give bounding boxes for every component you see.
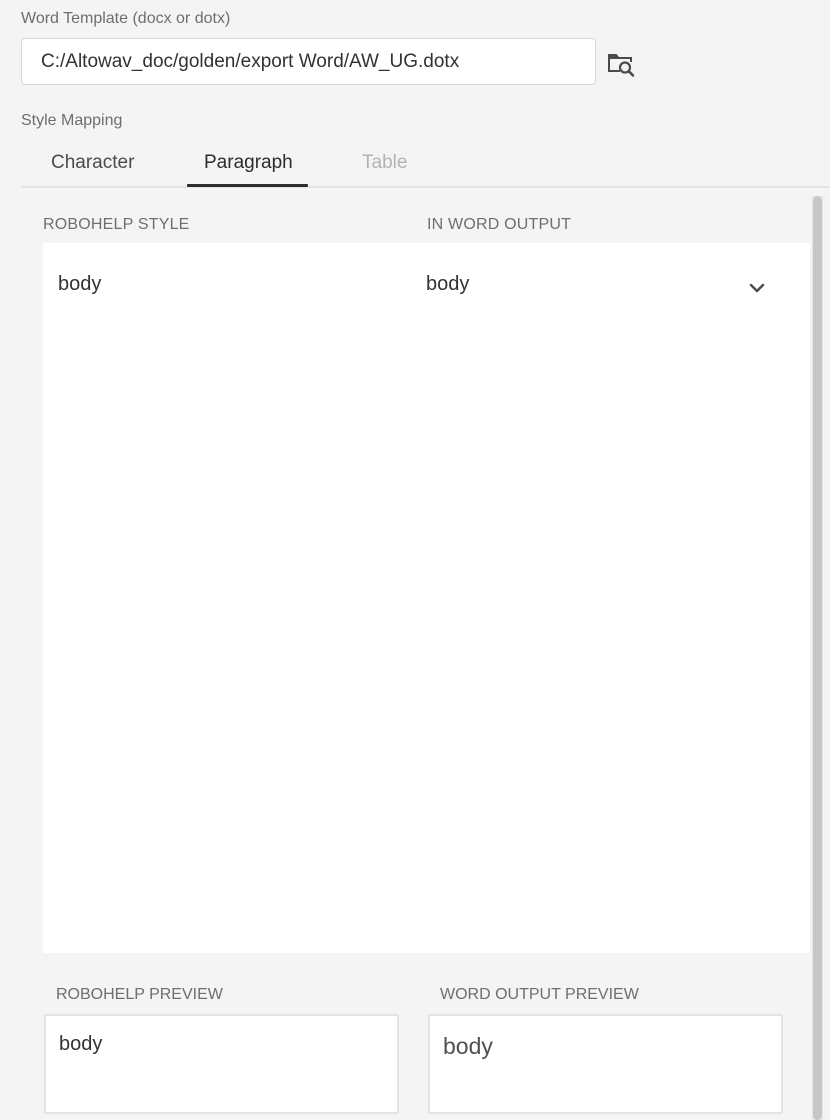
robohelp-preview-box: body [44,1014,399,1114]
tab-character[interactable]: Character [51,152,134,174]
table-row[interactable]: body body [43,243,810,328]
word-output-column-header: IN WORD OUTPUT [427,216,572,233]
folder-search-icon[interactable] [606,48,636,78]
vertical-scrollbar[interactable] [812,196,823,1120]
tab-table: Table [362,152,408,173]
active-tab-indicator [187,184,308,187]
word-style-select-value: body [426,273,470,295]
style-mapping-label: Style Mapping [21,112,123,129]
word-template-path-input[interactable] [21,38,596,85]
word-export-settings-panel: Word Template (docx or dotx) Style Mappi… [0,0,830,1120]
scrollbar-thumb[interactable] [813,196,822,1120]
word-template-label: Word Template (docx or dotx) [21,10,231,27]
style-mapping-tabs: Character Paragraph Table [21,140,830,188]
word-output-preview-box: body [428,1014,783,1114]
robohelp-preview-label: ROBOHELP PREVIEW [56,986,223,1003]
word-output-preview-label: WORD OUTPUT PREVIEW [440,986,639,1003]
robohelp-style-cell: body [58,273,102,295]
chevron-down-icon[interactable] [748,279,766,297]
robohelp-preview-text: body [59,1033,103,1055]
word-output-preview-text: body [443,1033,493,1059]
tab-paragraph[interactable]: Paragraph [204,152,293,174]
robohelp-style-column-header: ROBOHELP STYLE [43,216,190,233]
style-mapping-table: body body [43,243,810,953]
word-style-select[interactable]: body [426,261,781,311]
